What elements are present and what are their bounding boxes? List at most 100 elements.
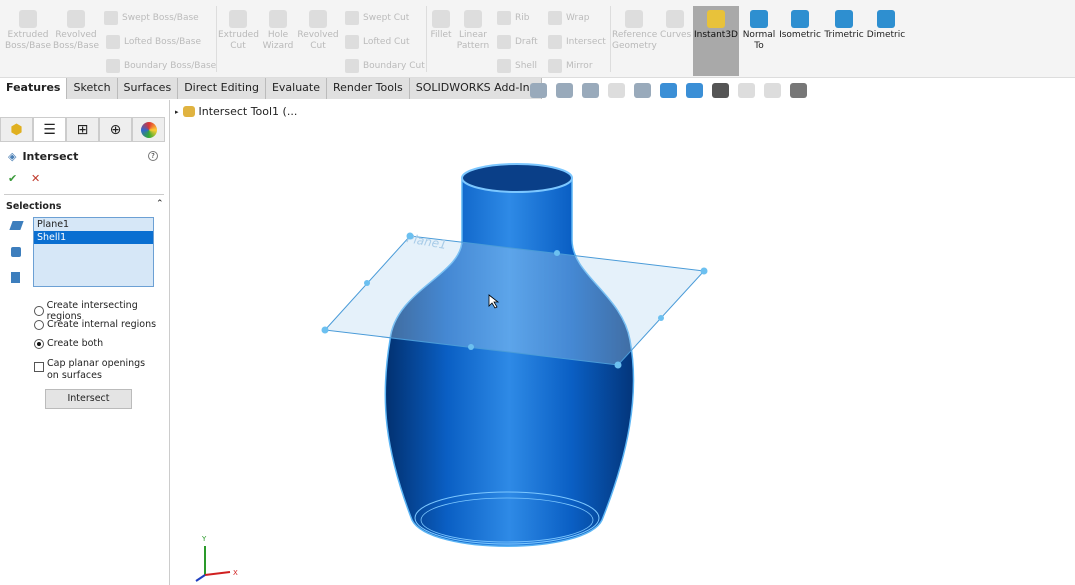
label: Revolved Boss/Base	[53, 30, 100, 51]
selections-heading[interactable]: Selections	[6, 201, 61, 212]
reference-geometry-button[interactable]: Reference Geometry	[612, 10, 658, 52]
command-manager-ribbon: Extruded Boss/Base Revolved Boss/Base Sw…	[0, 0, 1075, 78]
view-settings-icon[interactable]	[790, 83, 807, 98]
label: Mirror	[566, 61, 593, 71]
lofted-boss-button[interactable]: Lofted Boss/Base	[106, 35, 201, 49]
help-icon[interactable]: ?	[148, 151, 158, 161]
intersect-button[interactable]: Intersect	[45, 389, 132, 409]
label: Rib	[515, 13, 530, 23]
lofted-cut-button[interactable]: Lofted Cut	[345, 35, 410, 49]
lofted-cut-icon	[345, 35, 359, 49]
plane-handle[interactable]	[658, 315, 664, 321]
radio-button[interactable]	[34, 338, 44, 349]
zoom-to-area-icon[interactable]	[556, 83, 573, 98]
tab-sketch[interactable]: Sketch	[67, 78, 118, 99]
lofted-icon	[106, 35, 120, 49]
fillet-icon	[432, 10, 450, 28]
fillet-button[interactable]: Fillet	[429, 10, 453, 41]
boundary-boss-button[interactable]: Boundary Boss/Base	[106, 59, 216, 73]
label: Reference Geometry	[612, 30, 658, 51]
graphics-area[interactable]: Plane1 Y X	[171, 100, 1075, 585]
plane-handle[interactable]	[321, 326, 329, 334]
isometric-button[interactable]: Isometric	[779, 10, 821, 41]
intersect-ribbon-button[interactable]: Intersect	[548, 35, 606, 49]
tab-surfaces[interactable]: Surfaces	[117, 78, 179, 99]
view-orientation-icon[interactable]	[660, 83, 677, 98]
tab-features[interactable]: Features	[0, 78, 68, 99]
list-item[interactable]: Shell1	[34, 231, 153, 244]
zoom-to-fit-icon[interactable]	[530, 83, 547, 98]
plane1[interactable]	[323, 235, 706, 366]
hole-wizard-icon	[269, 10, 287, 28]
collapse-chevron-icon[interactable]: ⌃	[156, 199, 164, 209]
shell-button[interactable]: Shell	[497, 59, 537, 73]
swept-cut-icon	[345, 11, 359, 25]
label: Draft	[515, 37, 538, 47]
boundary-cut-button[interactable]: Boundary Cut	[345, 59, 425, 73]
hole-wizard-button[interactable]: Hole Wizard	[259, 10, 297, 52]
label: Intersect	[566, 37, 606, 47]
dimetric-button[interactable]: Dimetric	[866, 10, 906, 41]
display-style-icon[interactable]	[686, 83, 703, 98]
wrap-button[interactable]: Wrap	[548, 11, 589, 25]
plane-handle[interactable]	[468, 344, 474, 350]
swept-icon	[104, 11, 118, 25]
label: Create internal regions	[47, 319, 157, 330]
previous-view-icon[interactable]	[582, 83, 599, 98]
label: Lofted Boss/Base	[124, 37, 202, 47]
curves-button[interactable]: Curves	[660, 10, 691, 41]
extruded-boss-button[interactable]: Extruded Boss/Base	[5, 10, 51, 52]
feature-manager-icon: ⬢	[10, 121, 23, 138]
tab-addins[interactable]: SOLIDWORKS Add-Ins	[409, 78, 543, 99]
mirror-button[interactable]: Mirror	[548, 59, 593, 73]
ok-button[interactable]: ✔	[8, 172, 17, 185]
feature-manager-tab[interactable]: ⬢	[0, 117, 33, 142]
trimetric-button[interactable]: Trimetric	[824, 10, 864, 41]
display-manager-tab[interactable]	[132, 117, 165, 142]
radio-create-both[interactable]: Create both	[34, 338, 103, 349]
draft-button[interactable]: Draft	[497, 35, 538, 49]
list-item[interactable]: Plane1	[34, 218, 153, 231]
tab-direct-editing[interactable]: Direct Editing	[178, 78, 266, 99]
dynamic-annotation-icon[interactable]	[634, 83, 651, 98]
radio-button[interactable]	[34, 319, 44, 330]
face-selection-icon	[11, 272, 20, 283]
plane-handle[interactable]	[554, 250, 560, 256]
configuration-icon: ⊞	[76, 121, 89, 138]
isometric-icon	[791, 10, 809, 28]
cancel-button[interactable]: ✕	[31, 172, 40, 185]
hide-show-items-icon[interactable]	[712, 83, 729, 98]
label: Shell	[515, 61, 537, 71]
reference-geometry-icon	[625, 10, 643, 28]
plane-handle[interactable]	[614, 361, 622, 369]
revolved-boss-button[interactable]: Revolved Boss/Base	[53, 10, 99, 52]
radio-button[interactable]	[34, 306, 44, 316]
revolved-cut-button[interactable]: Revolved Cut	[297, 10, 339, 52]
plane-handle[interactable]	[406, 232, 414, 240]
label: Boundary Cut	[363, 61, 425, 71]
cap-planar-checkbox[interactable]: Cap planar openings on surfaces	[34, 358, 157, 382]
tab-evaluate[interactable]: Evaluate	[265, 78, 327, 99]
section-view-icon[interactable]	[608, 83, 625, 98]
plane-handle[interactable]	[700, 267, 708, 275]
extruded-cut-button[interactable]: Extruded Cut	[218, 10, 259, 52]
instant3d-button[interactable]: Instant3D	[693, 6, 739, 76]
configuration-manager-tab[interactable]: ⊞	[66, 117, 99, 142]
checkbox[interactable]	[34, 362, 44, 372]
tab-render-tools[interactable]: Render Tools	[327, 78, 410, 99]
selections-listbox[interactable]: Plane1 Shell1	[33, 217, 154, 287]
swept-cut-button[interactable]: Swept Cut	[345, 11, 409, 25]
radio-internal-regions[interactable]: Create internal regions	[34, 319, 156, 330]
plane-handle[interactable]	[364, 280, 370, 286]
swept-boss-button[interactable]: Swept Boss/Base	[104, 11, 199, 25]
rib-button[interactable]: Rib	[497, 11, 529, 25]
extruded-boss-icon	[19, 10, 37, 28]
mirror-icon	[548, 59, 562, 73]
property-manager-tab[interactable]: ☰	[33, 117, 66, 142]
apply-scene-icon[interactable]	[764, 83, 781, 98]
edit-appearance-icon[interactable]	[738, 83, 755, 98]
dimxpert-tab[interactable]: ⊕	[99, 117, 132, 142]
normal-to-button[interactable]: Normal To	[742, 10, 776, 52]
linear-pattern-button[interactable]: Linear Pattern	[456, 10, 490, 52]
label: Hole Wizard	[262, 30, 294, 51]
